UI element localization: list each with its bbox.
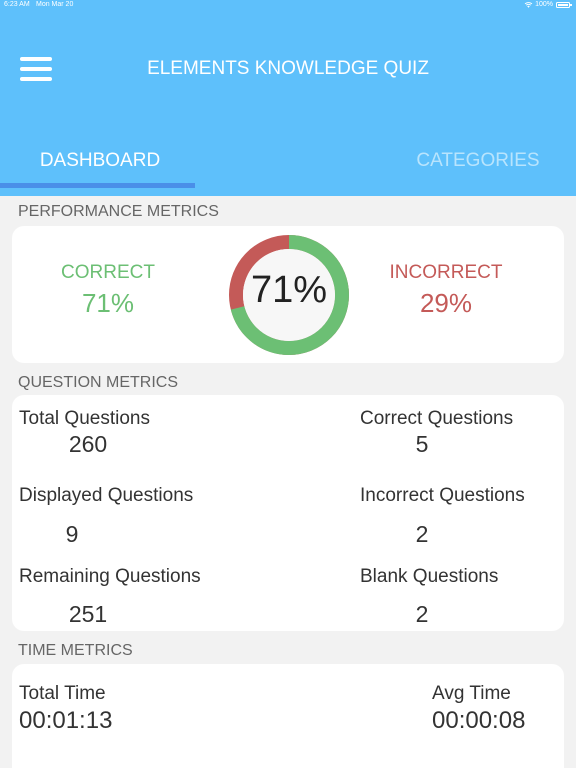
incorrect-summary: INCORRECT 29% — [346, 262, 546, 319]
app-title: ELEMENTS KNOWLEDGE QUIZ — [147, 58, 429, 79]
status-date: Mon Mar 20 — [36, 1, 74, 8]
total-time-label: Total Time — [19, 683, 106, 704]
active-tab-indicator — [0, 183, 195, 188]
question-metrics-card: Total Questions 260 Correct Questions 5 … — [12, 395, 564, 631]
remaining-questions-value: 251 — [68, 601, 108, 627]
wifi-icon — [524, 1, 533, 8]
total-questions-label: Total Questions — [19, 408, 150, 429]
incorrect-questions-label: Incorrect Questions — [360, 485, 525, 506]
performance-metrics-title: PERFORMANCE METRICS — [18, 203, 219, 220]
correct-label: CORRECT — [61, 262, 155, 283]
question-metrics-title: QUESTION METRICS — [18, 374, 179, 391]
correct-questions-label: Correct Questions — [360, 408, 514, 429]
app-header: 6:23 AM Mon Mar 20 100% ELEMENTS KNOWLED… — [0, 0, 576, 196]
total-time-value: 00:01:13 — [19, 707, 113, 734]
performance-card: CORRECT 71% 71% INCORRECT 29% — [12, 226, 564, 363]
time-metrics-title: TIME METRICS — [18, 642, 133, 659]
incorrect-label: INCORRECT — [389, 262, 503, 283]
correct-questions-value: 5 — [415, 431, 429, 457]
avg-time-label: Avg Time — [432, 683, 511, 704]
total-questions-value: 260 — [68, 431, 108, 457]
battery-icon — [556, 1, 572, 8]
correct-summary: CORRECT 71% — [8, 262, 208, 319]
time-metrics-card: Total Time 00:01:13 Avg Time 00:00:08 — [12, 664, 564, 768]
displayed-questions-label: Displayed Questions — [19, 485, 194, 506]
remaining-questions-label: Remaining Questions — [19, 566, 201, 587]
correct-percent: 71% — [81, 288, 135, 318]
displayed-questions-value: 9 — [65, 521, 79, 547]
status-time: 6:23 AM — [4, 1, 30, 8]
incorrect-percent: 29% — [419, 288, 473, 318]
donut-center-percent: 71% — [250, 269, 328, 311]
battery-percent: 100% — [535, 1, 553, 8]
blank-questions-value: 2 — [415, 601, 429, 627]
incorrect-questions-value: 2 — [415, 521, 429, 547]
blank-questions-label: Blank Questions — [360, 566, 499, 587]
status-right: 100% — [524, 1, 572, 8]
tab-dashboard[interactable]: DASHBOARD — [0, 150, 200, 172]
tab-categories[interactable]: CATEGORIES — [378, 150, 576, 172]
avg-time-value: 00:00:08 — [432, 707, 526, 734]
